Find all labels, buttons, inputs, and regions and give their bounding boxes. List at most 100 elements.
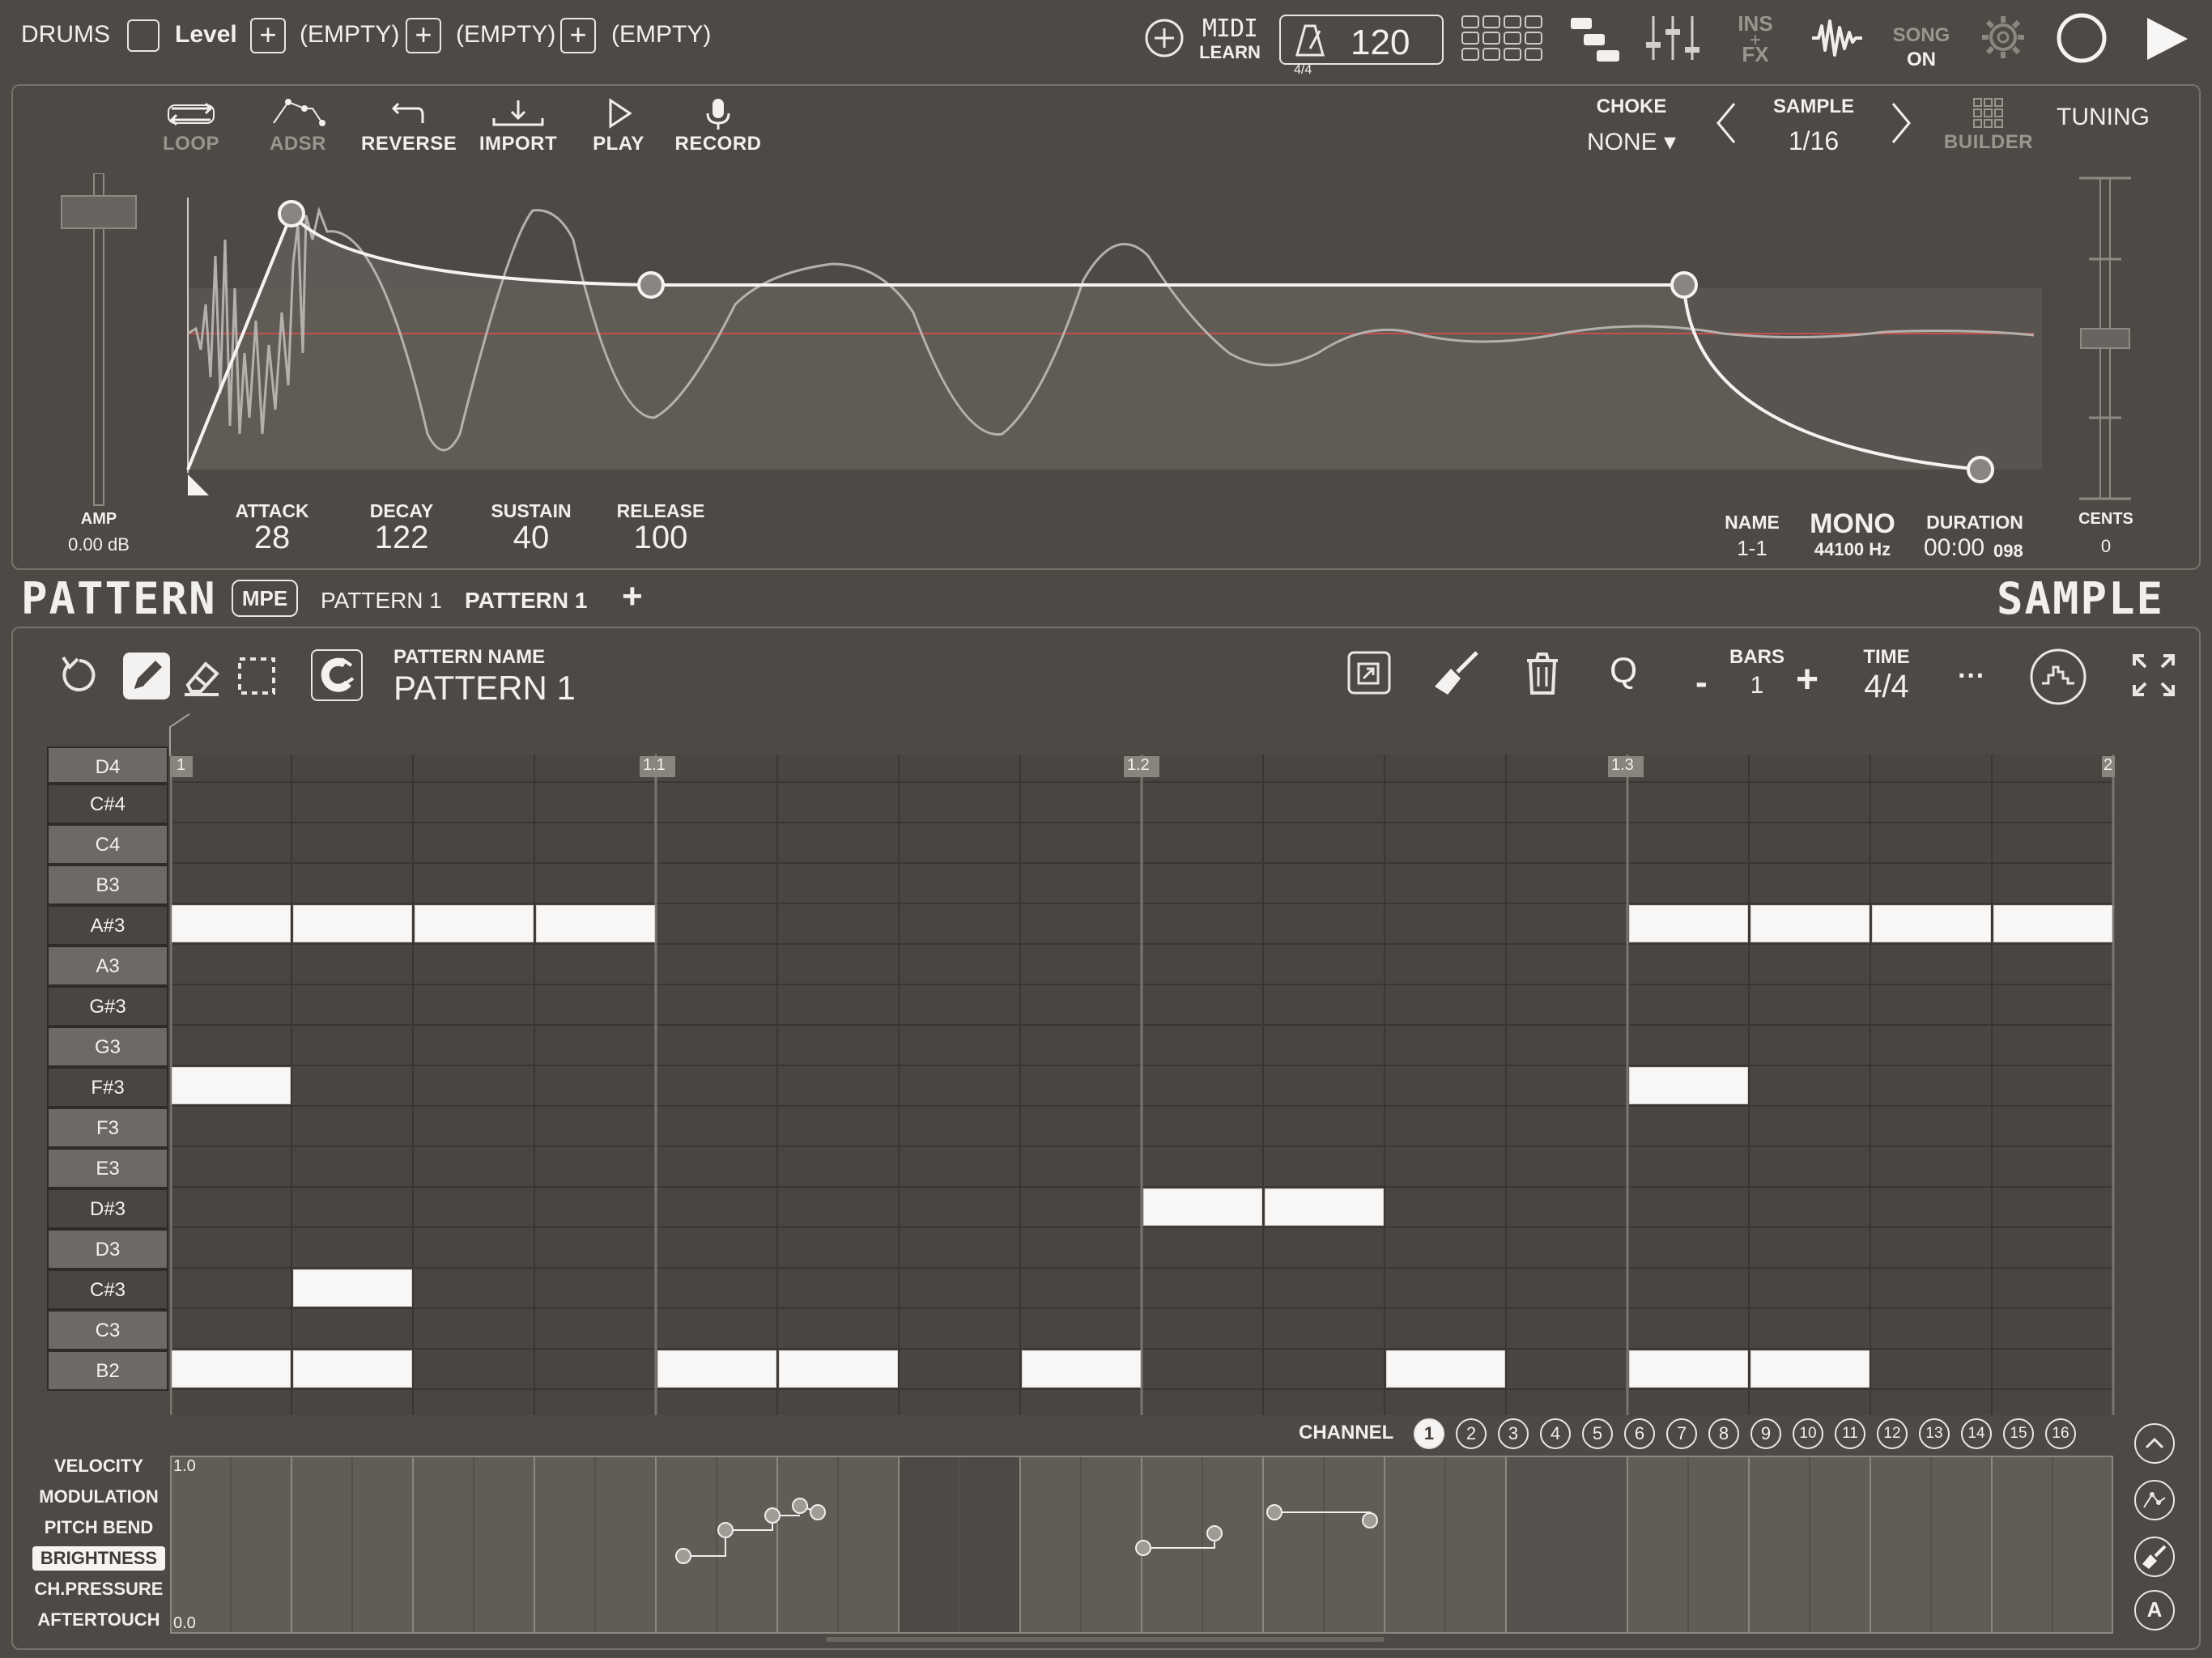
piano-key-b3[interactable]: B3 xyxy=(47,865,168,905)
clear-broom-icon[interactable] xyxy=(1431,649,1480,698)
piano-key-ds3[interactable]: D#3 xyxy=(47,1188,168,1229)
fullscreen-expand-icon[interactable] xyxy=(2131,653,2176,698)
record-sample-button[interactable]: RECORD xyxy=(672,96,764,155)
slot-2-label[interactable]: (EMPTY) xyxy=(456,21,555,49)
previous-sample-chevron-icon[interactable] xyxy=(1713,100,1739,146)
select-marquee-icon[interactable] xyxy=(235,654,279,698)
channel-button-15[interactable]: 15 xyxy=(2003,1418,2034,1449)
chord-view-icon[interactable] xyxy=(2029,648,2087,706)
import-button[interactable]: IMPORT xyxy=(478,96,559,155)
note-b3-step-2[interactable] xyxy=(415,905,534,942)
controller-modulation[interactable]: MODULATION xyxy=(32,1486,165,1507)
amp-fader[interactable] xyxy=(60,173,138,513)
channel-button-6[interactable]: 6 xyxy=(1624,1418,1655,1449)
waveform-icon[interactable] xyxy=(1810,18,1864,58)
piano-key-c3[interactable]: C3 xyxy=(47,1310,168,1350)
channel-button-2[interactable]: 2 xyxy=(1456,1418,1487,1449)
piano-key-fs3[interactable]: F#3 xyxy=(47,1067,168,1107)
channel-button-13[interactable]: 13 xyxy=(1919,1418,1950,1449)
scroll-up-chevron-icon[interactable] xyxy=(2134,1423,2175,1464)
note-b3-step-0[interactable] xyxy=(172,905,291,942)
curve-mode-icon[interactable] xyxy=(2134,1480,2175,1520)
channel-button-5[interactable]: 5 xyxy=(1582,1418,1613,1449)
note-g3-step-0[interactable] xyxy=(172,1067,291,1104)
channel-button-9[interactable]: 9 xyxy=(1750,1418,1781,1449)
mono-label[interactable]: MONO xyxy=(1802,508,1903,540)
draw-pencil-icon[interactable] xyxy=(123,653,170,699)
controller-channel-pressure[interactable]: CH.PRESSURE xyxy=(32,1579,165,1600)
note-c3-step-5[interactable] xyxy=(779,1350,898,1388)
pads-grid-icon[interactable] xyxy=(1461,15,1545,63)
decay-value[interactable]: 122 xyxy=(353,520,450,556)
controller-lane[interactable] xyxy=(170,1456,2116,1635)
pattern-tab-1[interactable]: PATTERN 1 xyxy=(321,588,442,614)
play-sample-button[interactable]: PLAY xyxy=(588,96,649,155)
note-c3-step-10[interactable] xyxy=(1386,1350,1505,1388)
cents-fader[interactable] xyxy=(2078,175,2134,504)
name-value[interactable]: 1-1 xyxy=(1708,536,1796,561)
sustain-value[interactable]: 40 xyxy=(483,520,580,556)
controller-brightness[interactable]: BRIGHTNESS xyxy=(32,1546,165,1571)
loop-button[interactable]: LOOP xyxy=(159,96,223,155)
piano-key-e3[interactable]: E3 xyxy=(47,1148,168,1188)
waveform-display[interactable] xyxy=(185,191,2047,499)
piano-key-as3[interactable]: A#3 xyxy=(47,905,168,946)
ins-fx-label-bottom[interactable]: FX xyxy=(1733,42,1778,67)
note-d3-step-1[interactable] xyxy=(293,1269,412,1307)
auto-a-icon[interactable]: A xyxy=(2134,1590,2175,1630)
song-state[interactable]: ON xyxy=(1887,49,1956,71)
release-value[interactable]: 100 xyxy=(612,520,709,556)
quantize-button[interactable]: Q xyxy=(1610,651,1637,691)
controller-pitch-bend[interactable]: PITCH BEND xyxy=(32,1517,165,1538)
pattern-tab-2[interactable]: PATTERN 1 xyxy=(465,588,587,614)
controller-aftertouch[interactable]: AFTERTOUCH xyxy=(32,1609,165,1630)
note-c3-step-12[interactable] xyxy=(1629,1350,1748,1388)
note-b3-step-14[interactable] xyxy=(1872,905,1991,942)
channel-button-14[interactable]: 14 xyxy=(1961,1418,1992,1449)
clear-automation-broom-icon[interactable] xyxy=(2134,1537,2175,1577)
add-pattern-button[interactable]: + xyxy=(622,576,643,617)
channel-button-11[interactable]: 11 xyxy=(1835,1418,1865,1449)
note-b3-step-1[interactable] xyxy=(293,905,412,942)
piano-key-c4[interactable]: C4 xyxy=(47,824,168,865)
track-name[interactable]: DRUMS xyxy=(21,21,110,49)
builder-button[interactable]: BUILDER xyxy=(1942,96,2035,154)
delete-trash-icon[interactable] xyxy=(1521,649,1564,698)
piano-key-f3[interactable]: F3 xyxy=(47,1107,168,1148)
midi-learn-label[interactable]: LEARN xyxy=(1197,42,1263,63)
sample-section-title[interactable]: SAMPLE xyxy=(1997,573,2164,624)
piano-key-gs3[interactable]: G#3 xyxy=(47,986,168,1027)
reverse-button[interactable]: REVERSE xyxy=(361,96,457,155)
note-c3-step-13[interactable] xyxy=(1750,1350,1870,1388)
piano-key-d4[interactable]: D4 xyxy=(47,746,168,784)
duplicate-icon[interactable] xyxy=(1344,649,1393,698)
channel-button-4[interactable]: 4 xyxy=(1540,1418,1571,1449)
note-e3-step-8[interactable] xyxy=(1143,1188,1262,1226)
level-toggle[interactable] xyxy=(127,19,160,52)
midi-label[interactable]: MIDI xyxy=(1197,15,1263,43)
piano-roll-grid[interactable] xyxy=(170,755,2115,1417)
note-c3-step-1[interactable] xyxy=(293,1350,412,1388)
attack-value[interactable]: 28 xyxy=(223,520,321,556)
slot-1-label[interactable]: (EMPTY) xyxy=(300,21,399,49)
adsr-button[interactable]: ADSR xyxy=(266,96,330,155)
channel-button-10[interactable]: 10 xyxy=(1793,1418,1823,1449)
add-slot-2-button[interactable]: + xyxy=(406,18,441,53)
tempo-value[interactable]: 120 xyxy=(1351,23,1410,63)
next-sample-chevron-icon[interactable] xyxy=(1888,100,1914,146)
channel-button-1[interactable]: 1 xyxy=(1414,1418,1444,1449)
mixer-icon[interactable] xyxy=(1644,13,1702,63)
note-g3-step-12[interactable] xyxy=(1629,1067,1748,1104)
record-button-icon[interactable] xyxy=(2055,11,2108,65)
bars-minus-button[interactable]: - xyxy=(1695,662,1708,703)
note-b3-step-12[interactable] xyxy=(1629,905,1748,942)
tuning-label[interactable]: TUNING xyxy=(2057,104,2150,131)
add-slot-1-button[interactable]: + xyxy=(250,18,286,53)
add-slot-3-button[interactable]: + xyxy=(560,18,596,53)
controller-velocity[interactable]: VELOCITY xyxy=(32,1456,165,1477)
undo-icon[interactable] xyxy=(57,653,102,698)
channel-button-8[interactable]: 8 xyxy=(1708,1418,1739,1449)
playhead-marker[interactable] xyxy=(167,712,191,758)
song-label[interactable]: SONG xyxy=(1887,24,1956,47)
play-button-icon[interactable] xyxy=(2144,15,2191,63)
